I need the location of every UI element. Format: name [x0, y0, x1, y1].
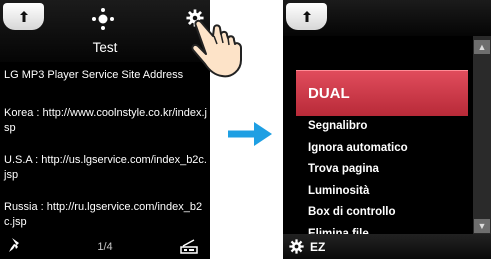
page-title: Test	[92, 40, 118, 55]
bottom-bar: EZ	[283, 234, 491, 259]
menu-item-trova-pagina[interactable]: Trova pagina	[308, 159, 468, 181]
content-area: LG MP3 Player Service Site Address Korea…	[4, 68, 208, 247]
transition-arrow-icon	[228, 122, 272, 146]
top-bar	[283, 0, 491, 36]
ez-label[interactable]: EZ	[310, 240, 325, 254]
menu-list: Segnalibro Ignora automatico Trova pagin…	[308, 116, 468, 245]
hand-pointer-icon	[191, 19, 242, 78]
right-screen: ▲ ▼ DUAL Segnalibro Ignora automatico Tr…	[283, 0, 491, 259]
gear-icon[interactable]	[289, 239, 304, 254]
scrollbar[interactable]	[473, 36, 491, 234]
scroll-up-button[interactable]: ▲	[474, 40, 490, 54]
back-button[interactable]	[286, 3, 327, 30]
chevron-down-icon: ▼	[477, 221, 487, 231]
chevron-up-icon: ▲	[477, 42, 487, 52]
entry-korea: Korea : http://www.coolnstyle.co.kr/inde…	[4, 106, 207, 135]
back-arrow-icon	[19, 10, 28, 22]
menu-item-box-di-controllo[interactable]: Box di controllo	[308, 202, 468, 224]
menu-item-selected[interactable]: DUAL	[296, 70, 468, 116]
top-bar: Test	[0, 0, 210, 62]
menu-item-luminosita[interactable]: Luminosità	[308, 181, 468, 203]
back-arrow-icon	[302, 10, 311, 22]
bottom-bar: 1/4	[0, 233, 210, 259]
service-heading: LG MP3 Player Service Site Address	[4, 69, 184, 81]
menu-item-ignora-automatico[interactable]: Ignora automatico	[308, 138, 468, 160]
page-indicator: 1/4	[97, 241, 113, 253]
equalizer-icon[interactable]	[180, 238, 198, 254]
dpad-icon[interactable]	[91, 7, 115, 31]
back-button[interactable]	[3, 3, 44, 30]
entry-usa: U.S.A : http://us.lgservice.com/index_b2…	[4, 153, 207, 182]
left-screen: Test LG MP3 Player Service Site Address …	[0, 0, 210, 259]
entry-russia: Russia : http://ru.lgservice.com/index_b…	[4, 200, 203, 229]
scroll-down-button[interactable]: ▼	[474, 219, 490, 233]
menu-item-segnalibro[interactable]: Segnalibro	[308, 116, 468, 138]
